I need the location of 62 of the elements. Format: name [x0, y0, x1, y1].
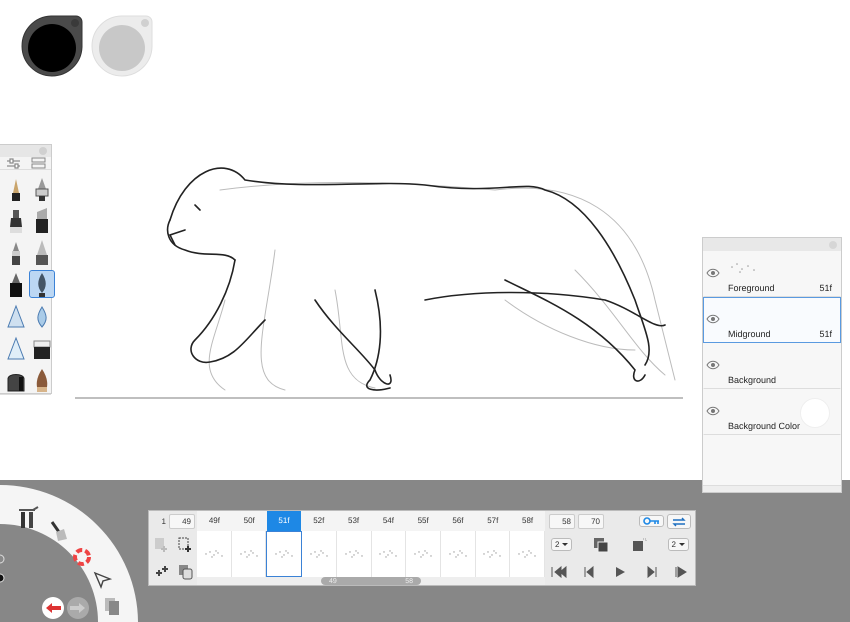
eye-icon[interactable] — [706, 314, 720, 324]
list-icon[interactable] — [31, 157, 46, 169]
sliders-icon[interactable] — [6, 157, 21, 169]
frame-field[interactable]: 49 — [169, 514, 195, 528]
frame-thumbnail[interactable] — [516, 549, 538, 559]
frame-tab[interactable]: 54f — [370, 511, 406, 531]
new-frame-icon[interactable] — [177, 536, 193, 553]
frame-tab[interactable]: 49f — [197, 511, 232, 531]
layer-name: Background — [728, 375, 778, 385]
brush-button[interactable] — [29, 270, 55, 298]
layer-name: Background Color — [728, 421, 802, 431]
duplicate-frame-icon[interactable] — [177, 563, 193, 580]
redo-button[interactable] — [67, 597, 89, 619]
frame-tab[interactable]: 58f — [510, 511, 545, 531]
skip-to-start-icon[interactable] — [551, 564, 567, 578]
onion-frame-icon[interactable] — [630, 536, 647, 552]
frame-thumbnail[interactable] — [412, 549, 434, 559]
onion-layers-icon[interactable] — [593, 536, 610, 552]
resize-handle[interactable] — [703, 485, 841, 492]
frame-count: 51f — [819, 329, 832, 339]
frame-tab[interactable]: 57f — [475, 511, 510, 531]
frame-thumbnail[interactable] — [202, 549, 225, 559]
caret-icon — [679, 543, 685, 546]
undo-button[interactable] — [42, 597, 64, 619]
frame-tab[interactable]: 50f — [232, 511, 267, 531]
layers-icon[interactable] — [105, 598, 119, 615]
frame-tab[interactable]: 51f — [266, 511, 302, 531]
frame-thumbnail[interactable] — [342, 549, 365, 559]
key-icon — [643, 517, 660, 525]
layer-row[interactable]: Background Color — [703, 389, 841, 435]
frame-thumbnail[interactable] — [481, 549, 504, 559]
layer-row[interactable]: Midground 51f — [703, 297, 841, 343]
frame-thumbnail[interactable] — [446, 549, 469, 559]
frame-tab[interactable]: 52f — [301, 511, 336, 531]
eye-icon[interactable] — [706, 360, 720, 370]
onion-skin-before-dropdown[interactable]: 2 — [551, 538, 572, 551]
keyframe-button[interactable] — [639, 515, 664, 527]
layer-row[interactable]: Background — [703, 343, 841, 389]
select-arrow-icon[interactable] — [94, 572, 112, 589]
frame-count: 51f — [819, 283, 832, 293]
frame-thumbnail[interactable] — [308, 549, 330, 559]
frame-tab[interactable]: 56f — [440, 511, 476, 531]
loop-button[interactable] — [667, 514, 691, 528]
frame-thumbnail[interactable] — [377, 549, 400, 559]
eye-icon[interactable] — [706, 268, 720, 278]
first-frame-number: 1 — [162, 516, 166, 526]
onion-skin-after-dropdown[interactable]: 2 — [668, 538, 689, 551]
tools-icon[interactable] — [18, 506, 39, 528]
frame-thumbnail[interactable] — [238, 549, 260, 559]
loop-icon — [671, 516, 687, 526]
eye-icon[interactable] — [706, 406, 720, 416]
layer-name: Foreground — [728, 283, 776, 293]
frame-field[interactable]: 70 — [578, 514, 604, 528]
skip-to-end-icon[interactable] — [673, 564, 689, 578]
frame-thumbnail[interactable] — [273, 549, 296, 559]
brush-icon[interactable] — [50, 521, 67, 541]
caret-icon — [562, 543, 568, 546]
color-wheel-icon[interactable] — [73, 548, 91, 566]
frame-field[interactable]: 58 — [549, 514, 575, 528]
layer-name: Midground — [728, 329, 772, 339]
frame-tab[interactable]: 53f — [336, 511, 371, 531]
frame-tab[interactable]: 55f — [406, 511, 441, 531]
